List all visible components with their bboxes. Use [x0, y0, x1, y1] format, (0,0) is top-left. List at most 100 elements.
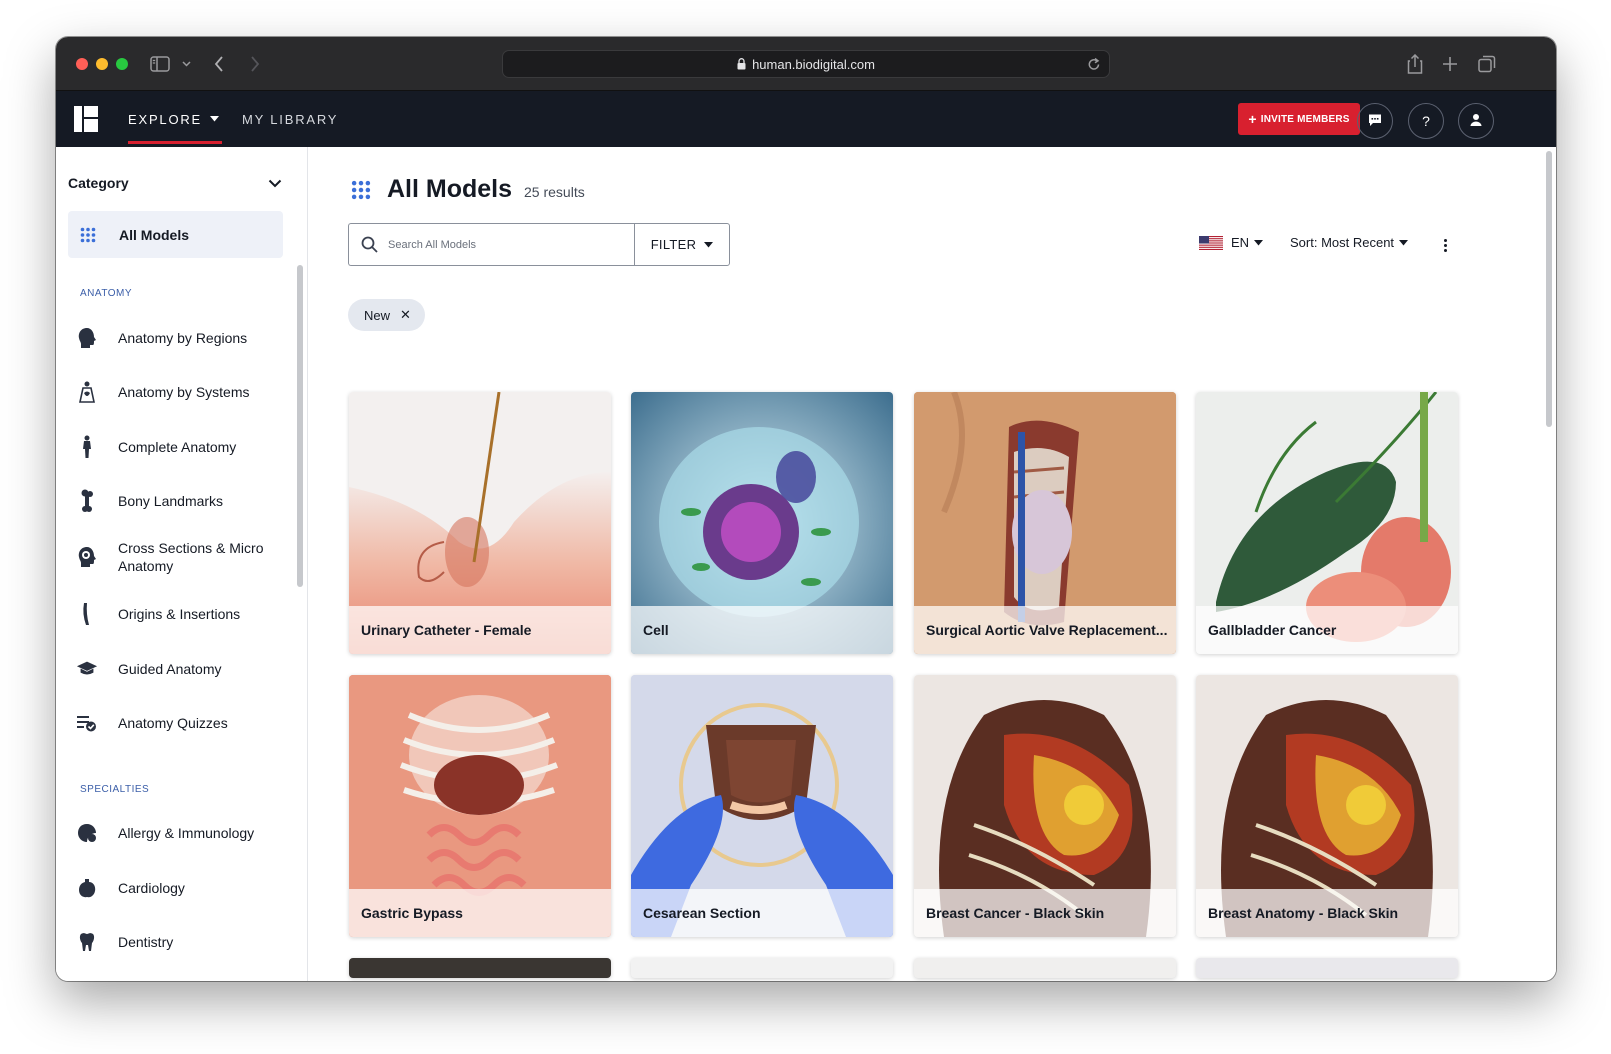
page-title: All Models: [387, 175, 513, 203]
sidebar-item-allergy-immunology[interactable]: Allergy & Immunology: [76, 822, 296, 844]
card-title: Cesarean Section: [631, 889, 893, 937]
plus-icon: +: [1248, 111, 1257, 127]
sidebar-item-anatomy-quizzes[interactable]: Anatomy Quizzes: [76, 712, 296, 734]
page-header: All Models 25 results: [351, 175, 585, 204]
results-count: 25 results: [524, 184, 585, 200]
main-content: All Models 25 results FILTER EN: [309, 147, 1556, 981]
category-label: Category: [68, 175, 129, 191]
sidebar-item-label: Anatomy by Systems: [118, 384, 250, 400]
model-card[interactable]: [349, 958, 611, 978]
filter-chip-new[interactable]: New ✕: [348, 299, 425, 331]
model-card[interactable]: Gallbladder Cancer: [1196, 392, 1458, 654]
sidebar-item-all-models[interactable]: All Models: [68, 211, 283, 258]
nav-my-library[interactable]: MY LIBRARY: [242, 91, 338, 147]
caret-down-icon: [704, 241, 714, 248]
sidebar-item-label: Anatomy by Regions: [118, 330, 248, 346]
url-text: human.biodigital.com: [752, 56, 875, 72]
body-systems-icon: [76, 381, 98, 403]
sidebar-item-guided-anatomy[interactable]: Guided Anatomy: [76, 658, 296, 680]
invite-members-button[interactable]: + INVITE MEMBERS: [1238, 103, 1360, 135]
reload-icon[interactable]: [1087, 56, 1101, 72]
sidebar-item-label: Complete Anatomy: [118, 439, 237, 455]
sidebar-item-label: Allergy & Immunology: [118, 825, 255, 841]
caret-down-icon: [1399, 239, 1409, 246]
search-input[interactable]: [388, 238, 608, 251]
graduation-cap-icon: [76, 658, 98, 680]
caret-down-icon: [210, 116, 220, 122]
sidebar-item-label: Cardiology: [118, 880, 185, 896]
card-title: Surgical Aortic Valve Replacement...: [914, 606, 1176, 654]
model-card[interactable]: Breast Anatomy - Black Skin: [1196, 675, 1458, 937]
help-icon: ?: [1422, 113, 1430, 129]
invite-members-label: INVITE MEMBERS: [1260, 113, 1350, 125]
language-label: EN: [1231, 235, 1250, 250]
chat-icon: [1368, 113, 1382, 130]
nav-explore[interactable]: EXPLORE: [128, 91, 220, 147]
standing-figure-icon: [76, 435, 98, 458]
model-card[interactable]: [631, 958, 893, 978]
sidebar-item-origins-insertions[interactable]: Origins & Insertions: [76, 603, 296, 625]
model-card[interactable]: Gastric Bypass: [349, 675, 611, 937]
chat-button[interactable]: [1357, 103, 1393, 139]
card-title: Breast Cancer - Black Skin: [914, 889, 1176, 937]
share-icon[interactable]: [1405, 51, 1425, 77]
main-scrollbar[interactable]: [1546, 151, 1552, 427]
user-icon: [1469, 113, 1483, 130]
account-button[interactable]: [1458, 103, 1494, 139]
grid-icon: [80, 227, 96, 242]
sidebar-item-label: Cross Sections & Micro Anatomy: [118, 540, 264, 574]
nav-my-library-label: MY LIBRARY: [242, 111, 339, 127]
help-button[interactable]: ?: [1408, 103, 1444, 139]
sidebar-toggle-icon[interactable]: [148, 51, 172, 77]
search-box[interactable]: [348, 223, 634, 266]
sidebar-item-label: Bony Landmarks: [118, 493, 224, 509]
muscle-icon: [76, 603, 98, 625]
model-card[interactable]: Cell: [631, 392, 893, 654]
sidebar-item-bony-landmarks[interactable]: Bony Landmarks: [76, 489, 296, 512]
sidebar-item-cross-sections-micro-anatomy[interactable]: Cross Sections & Micro Anatomy: [76, 539, 296, 575]
card-title: Urinary Catheter - Female: [349, 606, 611, 654]
new-tab-icon[interactable]: [1440, 51, 1460, 77]
category-sidebar: Category All Models ANATOMY Anatomy by R…: [56, 147, 308, 981]
filter-button[interactable]: FILTER: [634, 223, 730, 266]
model-card[interactable]: [1196, 958, 1458, 978]
model-card[interactable]: Urinary Catheter - Female: [349, 392, 611, 654]
tab-overview-icon[interactable]: [1476, 51, 1498, 77]
minimize-window-button[interactable]: [96, 58, 108, 70]
lock-icon: [737, 58, 746, 70]
sort-selector[interactable]: Sort: Most Recent: [1290, 235, 1409, 250]
tooth-icon: [76, 931, 98, 953]
model-card[interactable]: Breast Cancer - Black Skin: [914, 675, 1176, 937]
sort-label: Sort: Most Recent: [1290, 235, 1395, 250]
chevron-down-icon[interactable]: [268, 175, 282, 191]
head-profile-icon: [76, 327, 98, 349]
card-title: Gallbladder Cancer: [1196, 606, 1458, 654]
chevron-down-icon[interactable]: [180, 51, 192, 77]
sidebar-item-anatomy-by-systems[interactable]: Anatomy by Systems: [76, 381, 296, 403]
close-icon[interactable]: ✕: [400, 307, 411, 323]
back-icon[interactable]: [210, 51, 228, 77]
card-title: Breast Anatomy - Black Skin: [1196, 889, 1458, 937]
sidebar-item-label: Anatomy Quizzes: [118, 715, 228, 731]
sidebar-item-anatomy-by-regions[interactable]: Anatomy by Regions: [76, 327, 296, 349]
language-selector[interactable]: EN: [1199, 235, 1264, 250]
category-header[interactable]: Category: [68, 175, 282, 191]
more-options-icon[interactable]: [1440, 235, 1450, 255]
quiz-list-icon: [76, 712, 98, 734]
zoom-window-button[interactable]: [116, 58, 128, 70]
heart-icon: [76, 877, 98, 899]
sidebar-item-dentistry[interactable]: Dentistry: [76, 931, 296, 953]
model-card[interactable]: Surgical Aortic Valve Replacement...: [914, 392, 1176, 654]
close-window-button[interactable]: [76, 58, 88, 70]
biodigital-logo-icon[interactable]: [74, 106, 98, 132]
sidebar-item-cardiology[interactable]: Cardiology: [76, 877, 296, 899]
chip-label: New: [364, 307, 391, 323]
sidebar-item-label: All Models: [119, 226, 190, 243]
address-bar[interactable]: human.biodigital.com: [502, 50, 1110, 78]
sidebar-item-complete-anatomy[interactable]: Complete Anatomy: [76, 435, 296, 458]
sidebar-scrollbar[interactable]: [297, 265, 303, 587]
model-card[interactable]: [914, 958, 1176, 978]
forward-icon[interactable]: [246, 51, 264, 77]
model-card[interactable]: Cesarean Section: [631, 675, 893, 937]
sidebar-item-label: Dentistry: [118, 934, 174, 950]
